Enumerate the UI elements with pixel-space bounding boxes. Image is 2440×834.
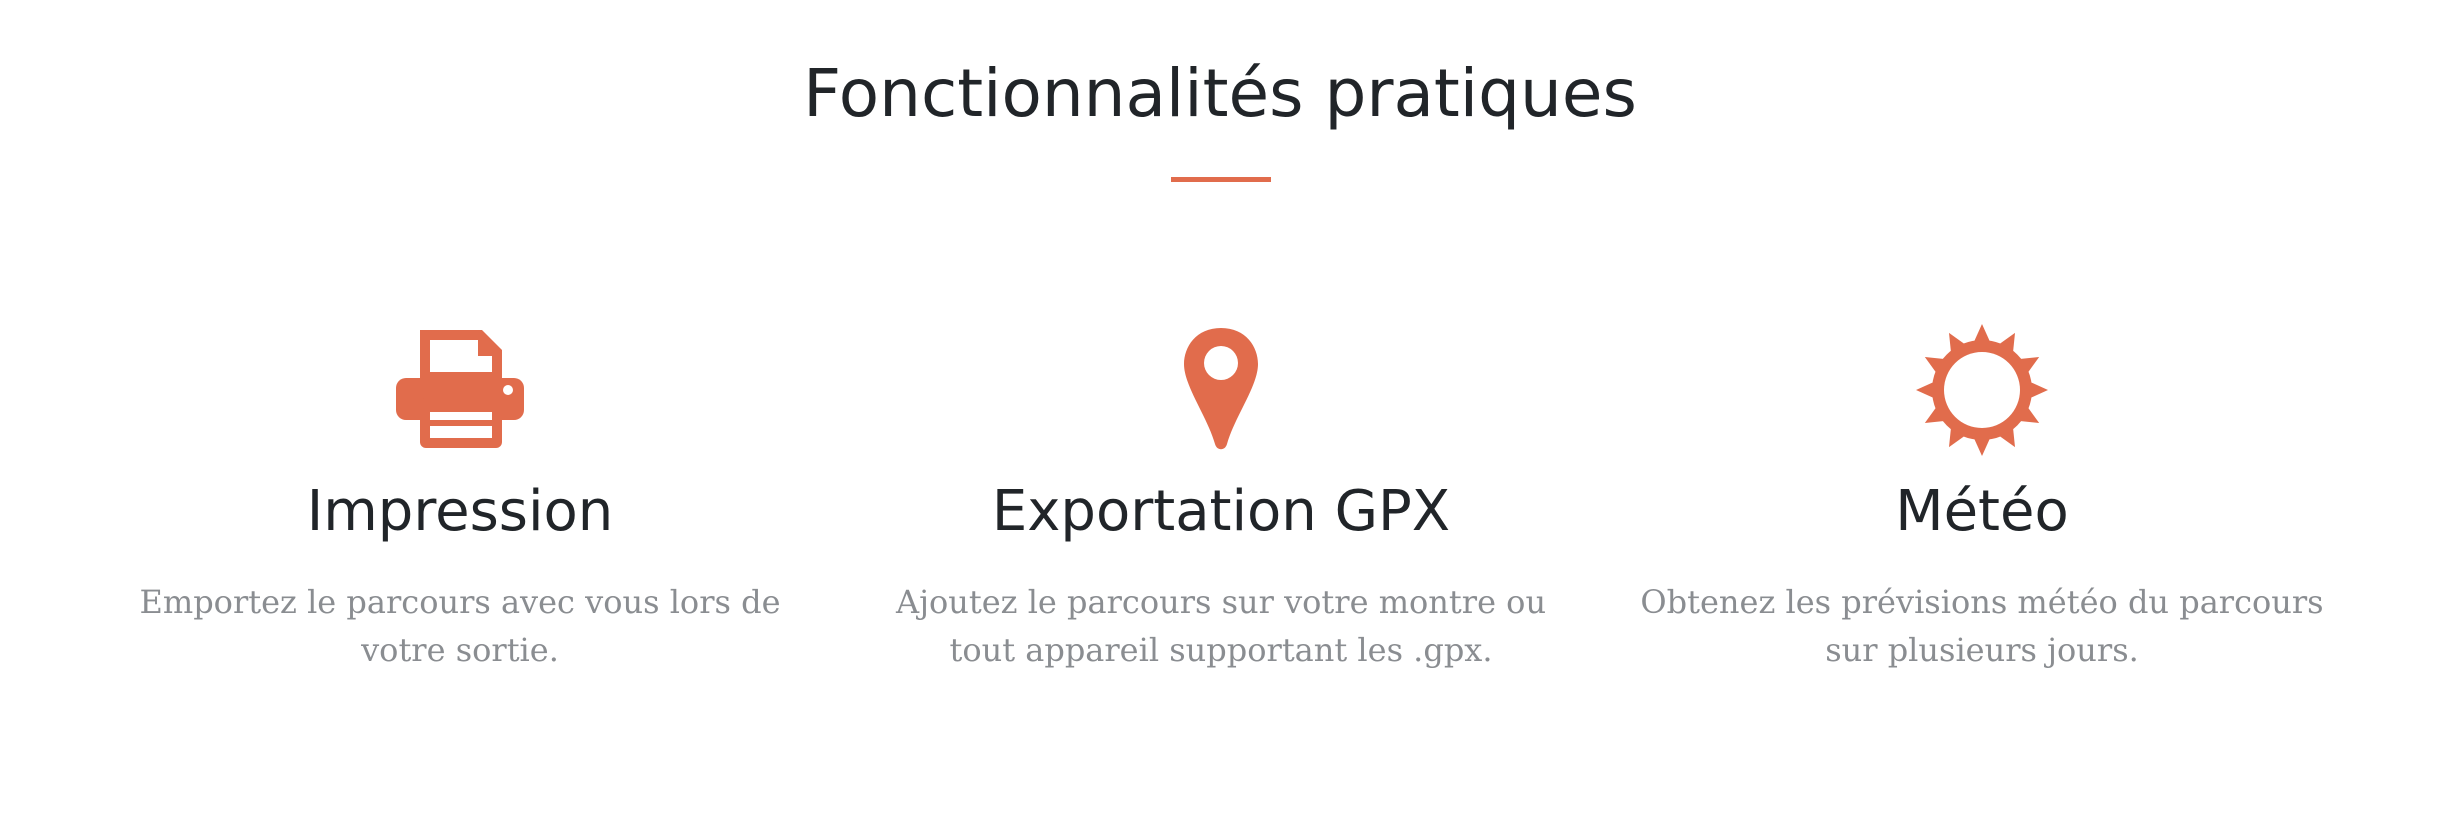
feature-title: Exportation GPX <box>991 479 1451 544</box>
feature-description: Ajoutez le parcours sur votre montre ou … <box>895 583 1547 669</box>
section-title: Fonctionnalités pratiques <box>803 55 1637 132</box>
feature-description: Obtenez les prévisions météo du parcours… <box>1640 583 2324 669</box>
features-section: Fonctionnalités pratiques Impression Emp… <box>0 0 2440 834</box>
feature-title: Impression <box>306 479 614 544</box>
feature-title: Météo <box>1895 479 2069 544</box>
feature-card-weather: Météo Obtenez les prévisions météo du pa… <box>1602 320 2362 674</box>
feature-description: Emportez le parcours avec vous lors de v… <box>139 583 781 669</box>
sun-icon <box>1916 324 2048 456</box>
title-divider <box>1171 177 1271 182</box>
feature-card-impression: Impression Emportez le parcours avec vou… <box>80 320 840 674</box>
feature-card-gpx-export: Exportation GPX Ajoutez le parcours sur … <box>841 320 1601 674</box>
printer-icon <box>396 330 524 448</box>
map-marker-icon <box>1184 328 1258 450</box>
